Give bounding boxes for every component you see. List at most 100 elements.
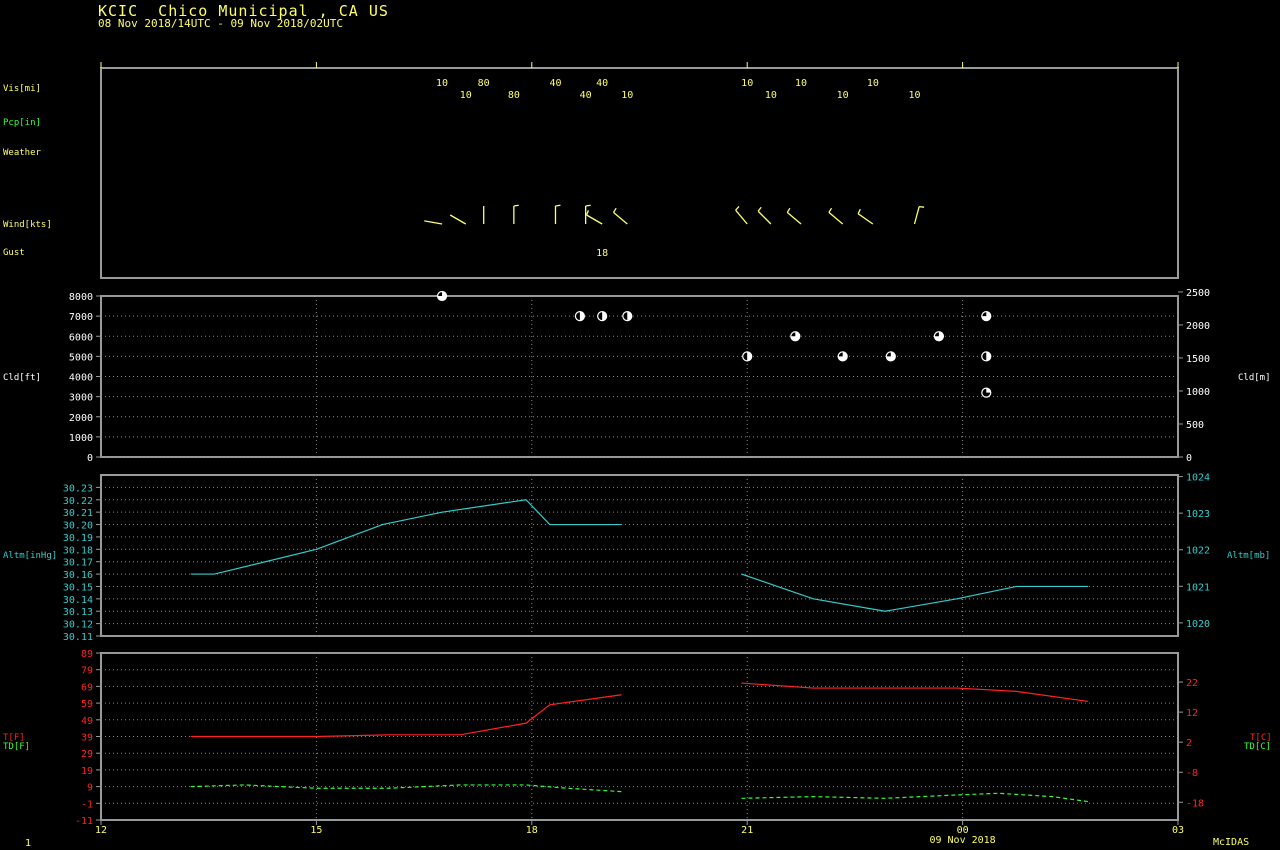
visibility-value: 10 — [436, 78, 448, 89]
dewpoint-y2label: TD[C] — [1244, 742, 1271, 752]
altimeter-y-tick-label: 30.11 — [63, 632, 93, 643]
temperature-y2-tick-label: 12 — [1186, 708, 1198, 719]
temperature-y-tick-label: 89 — [81, 649, 93, 660]
visibility-value: 10 — [765, 90, 777, 101]
temperature-y2-tick-label: 22 — [1186, 678, 1198, 689]
row-label-gust: Gust — [3, 248, 25, 258]
altimeter-line — [741, 573, 1089, 612]
temperature-y-tick-label: 39 — [81, 733, 93, 744]
row-label-vis: Vis[mi] — [3, 84, 41, 94]
altimeter-y-tick-label: 30.15 — [63, 582, 93, 593]
visibility-value: 10 — [837, 90, 849, 101]
x-tick-label: 21 — [741, 825, 753, 836]
cloud-y-tick-label: 2000 — [69, 413, 93, 424]
altimeter-y-tick-label: 30.16 — [63, 570, 93, 581]
x-tick-label: 15 — [310, 825, 322, 836]
wind-barb-flag — [735, 206, 740, 211]
cloud-y2-tick-label: 500 — [1186, 420, 1204, 431]
temperature-y-tick-label: 69 — [81, 682, 93, 693]
temperature-y-tick-label: 19 — [81, 766, 93, 777]
wind-barb — [786, 211, 802, 225]
cloud-y-tick-label: 3000 — [69, 393, 93, 404]
wind-barb — [857, 213, 874, 225]
visibility-value: 10 — [867, 78, 879, 89]
wind-barb — [613, 211, 628, 225]
altimeter-y-tick-label: 30.19 — [63, 533, 93, 544]
visibility-value: 10 — [460, 90, 472, 101]
temperature-y-tick-label: -11 — [75, 816, 93, 827]
wind-barb-flag — [828, 207, 833, 213]
cloud-ylabel: Cld[ft] — [3, 373, 41, 383]
cloud-y2-tick-label: 0 — [1186, 453, 1192, 464]
visibility-value: 40 — [596, 78, 608, 89]
cloud-y2-tick-label: 1000 — [1186, 387, 1210, 398]
cloud-y-tick-label: 7000 — [69, 312, 93, 323]
panel-frame-alt — [100, 474, 1179, 637]
altimeter-y2label: Altm[mb] — [1227, 551, 1270, 561]
gust-value: 18 — [596, 248, 608, 259]
cloud-y-tick-label: 0 — [87, 453, 93, 464]
cloud-y-tick-label: 5000 — [69, 352, 93, 363]
altimeter-y2-tick-label: 1024 — [1186, 473, 1210, 484]
visibility-value: 80 — [508, 90, 520, 101]
wind-barb-flag — [919, 205, 925, 208]
cloud-y2-tick-label: 2500 — [1186, 288, 1210, 299]
panel-frame-obs — [100, 67, 1179, 279]
row-label-wind: Wind[kts] — [3, 220, 52, 230]
altimeter-ylabel: Altm[inHg] — [3, 551, 57, 561]
wind-barb-flag — [555, 204, 561, 207]
altimeter-y-tick-label: 30.18 — [63, 545, 93, 556]
x-tick-label: 18 — [526, 825, 538, 836]
cloud-y2-tick-label: 1500 — [1186, 354, 1210, 365]
wind-barb — [913, 206, 920, 225]
wind-barb — [449, 214, 467, 225]
visibility-value: 10 — [741, 78, 753, 89]
cloud-cover-fill — [986, 388, 991, 393]
altimeter-y-tick-label: 30.12 — [63, 620, 93, 631]
panel-frame-cld — [100, 295, 1179, 458]
wind-barb-flag — [857, 208, 861, 214]
visibility-value: 10 — [795, 78, 807, 89]
temperature-line — [190, 694, 622, 738]
cloud-y-tick-label: 4000 — [69, 373, 93, 384]
wind-barb-flag — [786, 207, 791, 213]
altimeter-y2-tick-label: 1021 — [1186, 582, 1210, 593]
temperature-y-tick-label: 9 — [87, 783, 93, 794]
wind-barb — [424, 220, 443, 225]
cloud-y-tick-label: 8000 — [69, 292, 93, 303]
altimeter-y-tick-label: 30.23 — [63, 483, 93, 494]
temperature-line — [741, 682, 1089, 703]
wind-barb — [735, 209, 748, 225]
x-tick-label: 12 — [95, 825, 107, 836]
dewpoint-ylabel: TD[F] — [3, 742, 30, 752]
altimeter-y-tick-label: 30.13 — [63, 607, 93, 618]
visibility-value: 10 — [621, 90, 633, 101]
cloud-y2-tick-label: 2000 — [1186, 321, 1210, 332]
cloud-y-tick-label: 6000 — [69, 332, 93, 343]
altimeter-y2-tick-label: 1023 — [1186, 509, 1210, 520]
wind-barb-flag — [585, 204, 591, 207]
temperature-y-tick-label: 49 — [81, 716, 93, 727]
row-label-pcp: Pcp[in] — [3, 118, 41, 128]
altimeter-y-tick-label: 30.14 — [63, 595, 93, 606]
meteogram-chart: Vis[mi] Pcp[in] Weather Wind[kts] Gust 10 10 80… — [3, 62, 1272, 846]
cloud-y2label: Cld[m] — [1238, 373, 1271, 383]
altimeter-y-tick-label: 30.17 — [63, 558, 93, 569]
dewpoint-line — [741, 792, 1089, 803]
altimeter-y2-tick-label: 1020 — [1186, 619, 1210, 630]
temperature-y2-tick-label: -8 — [1186, 768, 1198, 779]
wind-barb — [828, 211, 844, 225]
temperature-y2-tick-label: 2 — [1186, 738, 1192, 749]
altimeter-y2-tick-label: 1022 — [1186, 546, 1210, 557]
wind-barb-flag — [585, 210, 590, 216]
temperature-y-tick-label: 29 — [81, 749, 93, 760]
temperature-y-tick-label: -1 — [81, 799, 93, 810]
temperature-y-tick-label: 79 — [81, 666, 93, 677]
visibility-value: 40 — [549, 78, 561, 89]
altimeter-y-tick-label: 30.21 — [63, 508, 93, 519]
altimeter-y-tick-label: 30.20 — [63, 521, 93, 532]
wind-barb-flag — [513, 204, 519, 207]
altimeter-y-tick-label: 30.22 — [63, 496, 93, 507]
altimeter-line — [190, 499, 622, 575]
wind-barb — [586, 214, 603, 225]
